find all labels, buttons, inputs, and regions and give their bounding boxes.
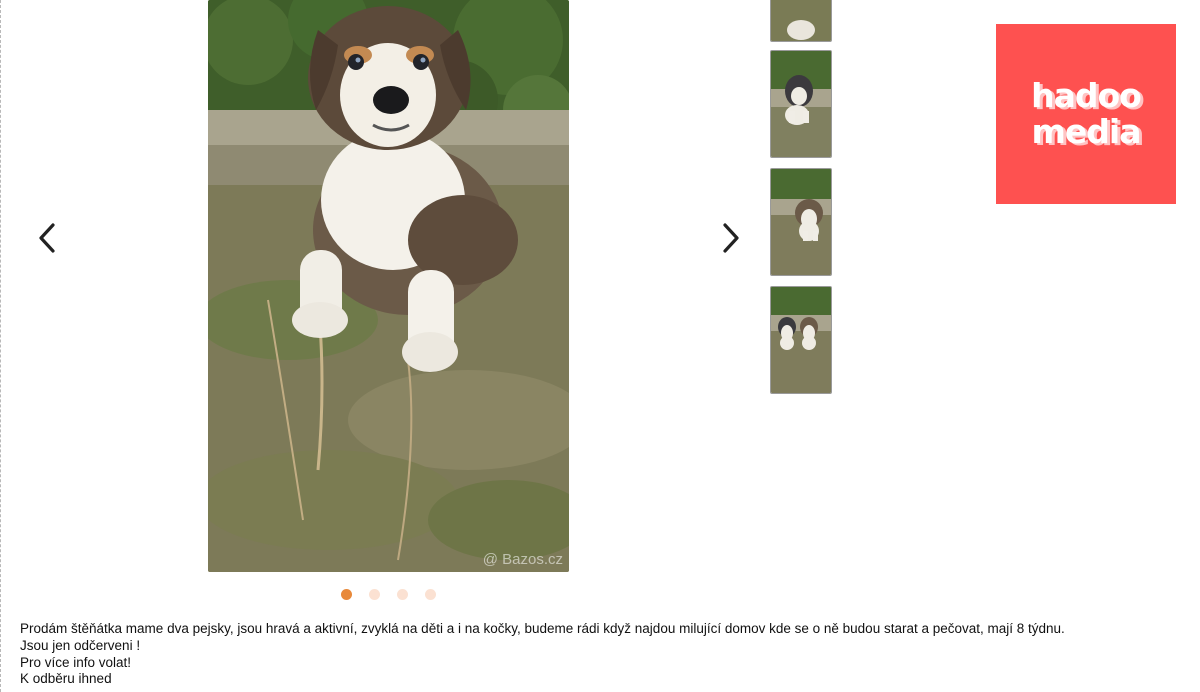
description-line: Pro více info volat! xyxy=(20,654,132,670)
ad-logo-line-1: hadoo xyxy=(1031,76,1142,115)
pagination-dot-2[interactable] xyxy=(369,589,380,600)
listing-description: Prodám štěňátka mame dva pejsky, jsou hr… xyxy=(20,621,1190,688)
main-photo[interactable]: @ Bazos.cz xyxy=(208,0,569,572)
chevron-right-icon xyxy=(723,223,739,253)
description-line: Jsou jen odčerveni ! xyxy=(20,637,141,653)
pagination-dot-3[interactable] xyxy=(397,589,408,600)
advertisement-banner[interactable]: hadoo media xyxy=(996,24,1176,204)
gallery-pagination xyxy=(341,589,436,600)
pagination-dot-1[interactable] xyxy=(341,589,352,600)
thumbnail-3[interactable] xyxy=(770,168,832,276)
ad-logo-line-2: media xyxy=(1031,112,1142,151)
page-border xyxy=(0,0,1,692)
thumbnail-1[interactable] xyxy=(770,0,832,42)
prev-photo-button[interactable] xyxy=(27,218,67,258)
thumbnail-4[interactable] xyxy=(770,286,832,394)
description-line: K odběru ihned xyxy=(20,671,112,687)
description-line: Prodám štěňátka mame dva pejsky, jsou hr… xyxy=(20,621,1065,636)
next-photo-button[interactable] xyxy=(711,218,751,258)
pagination-dot-4[interactable] xyxy=(425,589,436,600)
chevron-left-icon xyxy=(39,223,55,253)
thumbnail-2[interactable] xyxy=(770,50,832,158)
watermark: @ Bazos.cz xyxy=(482,551,563,568)
